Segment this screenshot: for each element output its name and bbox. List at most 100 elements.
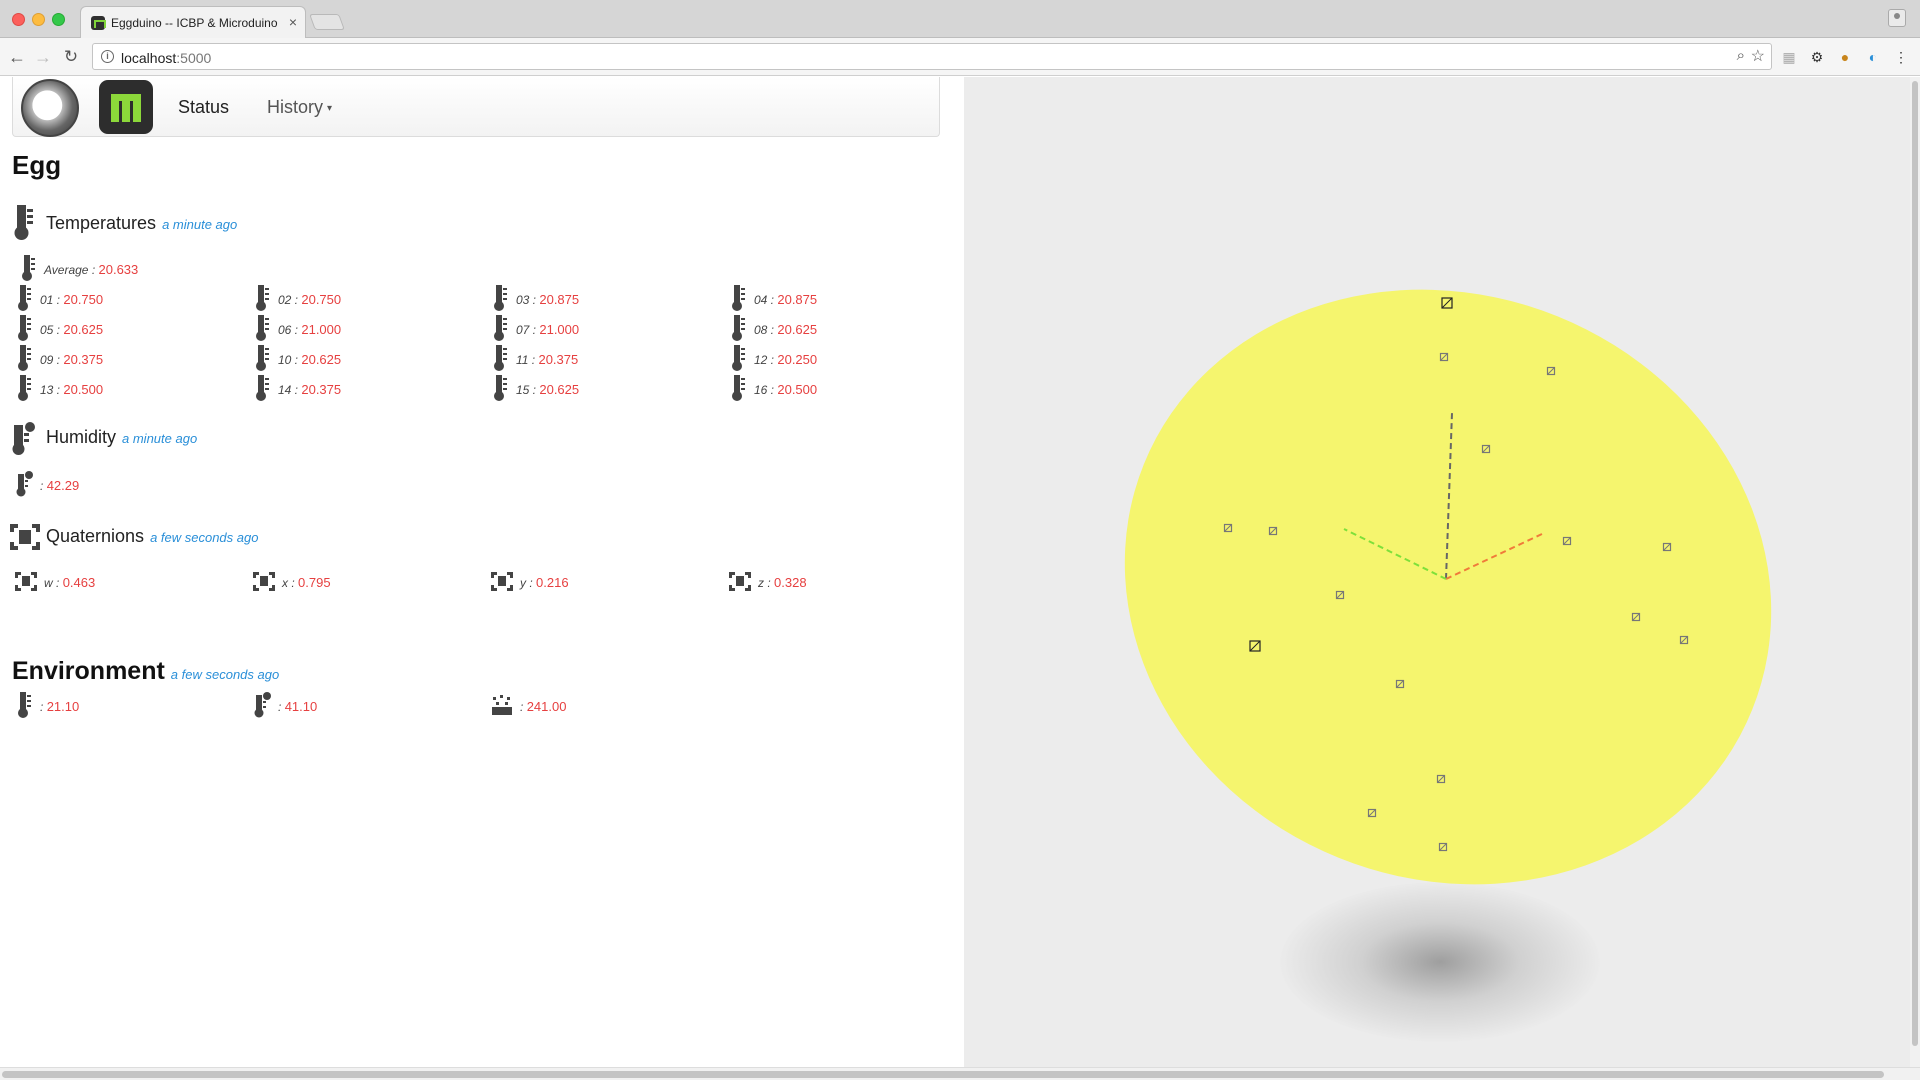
microduino-favicon-icon [91,16,106,30]
back-arrow-icon[interactable]: ← [6,46,28,68]
browser-toolbar: ← → ↻ i localhost:5000 ⌕ ☆ ▦ ⚙ ● ◐ ⋮ [0,38,1920,76]
thermometer-icon [494,345,507,371]
nav-status-link[interactable]: Status [178,97,229,118]
forward-arrow-icon[interactable]: → [32,46,54,68]
temperature-sensor-value: 20.250 [777,352,818,367]
status-panel: Status History ▾ Egg Temperatures a minute… [0,77,964,1067]
extension-shield-icon[interactable]: ◐ [1864,48,1882,66]
quaternion-icon [253,572,275,591]
url-text[interactable]: localhost:5000 [121,50,211,66]
icbp-logo[interactable] [21,79,79,137]
quaternion-value: 0.463 [62,575,96,590]
extension-cookie-icon[interactable]: ● [1836,48,1854,66]
temperature-sensor-label: 06 : 21.000 [278,322,342,337]
temperature-sensor: 11 : 20.375 [490,345,710,371]
pressure-icon [492,695,512,715]
quaternion-value: 0.795 [298,575,331,590]
temperature-sensor-value: 20.375 [538,352,579,367]
new-tab-button[interactable] [309,14,345,30]
environment-humidity-label: : 41.10 [278,699,318,714]
temperature-sensor: 12 : 20.250 [728,345,948,371]
environment-pressure-value: 241.00 [526,699,567,714]
thermometer-icon [732,285,745,311]
temperature-sensor: 01 : 20.750 [14,285,234,311]
temperature-sensor: 08 : 20.625 [728,315,948,341]
thermometer-icon [18,345,31,371]
bookmark-star-icon[interactable]: ☆ [1751,46,1765,66]
quaternion-z: z : 0.328 [728,571,948,593]
quaternion-w: w : 0.463 [14,571,234,593]
thermometer-icon [494,315,507,341]
temperature-sensor: 05 : 20.625 [14,315,234,341]
temperature-sensor-label: 10 : 20.625 [278,352,342,367]
profile-icon[interactable] [1888,9,1906,27]
quaternions-heading: Quaternions a few seconds ago [46,526,259,546]
browser-tab[interactable]: Eggduino -- ICBP & Microduino × [80,6,306,38]
temperature-average-label: Average : 20.633 [44,262,139,277]
humidity-label: : 42.29 [40,478,80,493]
thermometer-icon [22,255,35,281]
vertical-scroll-thumb[interactable] [1912,81,1918,1046]
quaternion-icon [15,572,37,591]
humidity-heading: Humidity a minute ago [46,427,198,447]
temperature-sensor-label: 14 : 20.375 [278,382,342,397]
thermometer-icon [494,285,507,311]
info-icon[interactable]: i [101,50,114,63]
humidity-icon [254,692,271,718]
environment-humidity: : 41.10 [252,692,472,718]
tab-close-icon[interactable]: × [289,14,297,30]
horizontal-scrollbar[interactable] [0,1067,1920,1080]
extension-gear-icon[interactable]: ⚙ [1808,48,1826,66]
extension-grid-icon[interactable]: ▦ [1780,48,1798,66]
close-window-button[interactable] [12,13,25,26]
temperature-sensor: 03 : 20.875 [490,285,710,311]
humidity-timestamp: a minute ago [122,431,198,446]
humidity-icon [12,422,35,455]
temperature-sensor-label: 03 : 20.875 [516,292,580,307]
temperature-sensor-label: 11 : 20.375 [516,352,579,367]
temperature-sensor-label: 04 : 20.875 [754,292,818,307]
quaternion-icon [729,572,751,591]
temperature-average: Average : 20.633 [18,255,318,281]
temperature-sensor-value: 20.625 [301,352,342,367]
reload-icon[interactable]: ↻ [60,46,82,68]
app-navbar: Status History ▾ [12,77,940,137]
temperature-sensor: 02 : 20.750 [252,285,472,311]
maximize-window-button[interactable] [52,13,65,26]
thermometer-icon [494,375,507,401]
thermometer-icon [732,315,745,341]
tab-title: Eggduino -- ICBP & Microduino [111,16,278,30]
minimize-window-button[interactable] [32,13,45,26]
temperature-sensor-value: 20.625 [63,322,104,337]
temperature-sensor-label: 05 : 20.625 [40,322,104,337]
address-bar[interactable]: i localhost:5000 ⌕ ☆ [92,43,1772,70]
quaternion-value: 0.328 [774,575,807,590]
temperature-sensor: 13 : 20.500 [14,375,234,401]
browser-titlebar: Eggduino -- ICBP & Microduino × [0,0,1920,38]
browser-menu-icon[interactable]: ⋮ [1892,48,1910,66]
temperature-sensor-label: 02 : 20.750 [278,292,342,307]
page: Status History ▾ Egg Temperatures a minute… [0,77,1920,1067]
thermometer-icon [256,375,269,401]
thermometer-icon [732,375,745,401]
temperature-sensor-value: 20.875 [777,292,818,307]
nav-history-dropdown[interactable]: History ▾ [267,97,332,118]
quaternion-icon [10,524,40,550]
temperature-sensor: 04 : 20.875 [728,285,948,311]
environment-humidity-value: 41.10 [284,699,318,714]
temperature-sensor-value: 20.625 [777,322,818,337]
egg-body [1124,289,1772,885]
microduino-logo[interactable] [99,80,153,134]
temperature-sensor: 16 : 20.500 [728,375,948,401]
egg-3d-render[interactable] [964,77,1910,1067]
thermometer-icon [18,285,31,311]
temperature-average-value: 20.633 [98,262,139,277]
horizontal-scroll-thumb[interactable] [2,1071,1884,1078]
temperatures-timestamp: a minute ago [162,217,238,232]
temperature-sensor-value: 20.625 [539,382,580,397]
thermometer-icon [14,205,33,240]
thermometer-icon [256,285,269,311]
zoom-icon[interactable]: ⌕ [1737,47,1745,64]
vertical-scrollbar[interactable] [1910,77,1920,1067]
quaternion-value: 0.216 [536,575,569,590]
